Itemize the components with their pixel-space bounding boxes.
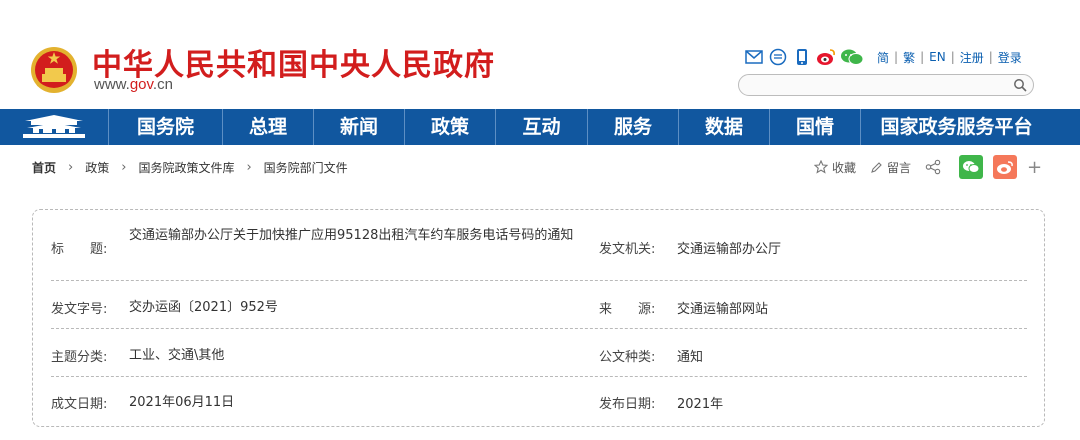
- issuer-value: 交通运输部办公厅: [677, 242, 782, 257]
- row-divider: [51, 328, 1027, 329]
- issuer-label: 发文机关:: [599, 242, 656, 257]
- breadcrumb-department-docs[interactable]: 国务院部门文件: [264, 159, 348, 176]
- published-date-label: 发布日期:: [599, 397, 656, 412]
- search-icon[interactable]: [1013, 78, 1027, 92]
- wechat-icon: [963, 161, 980, 173]
- main-nav: 国务院 总理 新闻 政策 互动 服务 数据 国情 国家政务服务平台: [0, 109, 1080, 145]
- row-divider: [51, 280, 1027, 281]
- chevron-right-icon: ›: [68, 159, 74, 175]
- share-weibo-button[interactable]: [993, 155, 1018, 179]
- lang-simplified-link[interactable]: 简: [872, 49, 894, 66]
- lang-traditional-link[interactable]: 繁: [898, 49, 920, 66]
- lang-english-link[interactable]: EN: [924, 50, 951, 64]
- title-label: 标 题:: [51, 242, 108, 257]
- mobile-icon[interactable]: [792, 47, 812, 67]
- info-row-docno: 发文字号: 交办运函〔2021〕952号 来 源: 交通运输部网站: [51, 298, 1027, 318]
- star-icon: [814, 160, 828, 174]
- pencil-icon: [871, 161, 882, 173]
- nav-item-policy[interactable]: 政策: [404, 109, 495, 145]
- info-row-category: 主题分类: 工业、交通\其他 公文种类: 通知: [51, 346, 1027, 366]
- breadcrumb-policy[interactable]: 政策: [85, 159, 109, 176]
- chevron-right-icon: ›: [246, 159, 252, 175]
- message-icon[interactable]: [768, 47, 788, 67]
- site-url-gov: gov: [129, 76, 153, 93]
- register-link[interactable]: 注册: [955, 49, 989, 66]
- info-row-title: 标 题: 交通运输部办公厅关于加快推广应用95128出租汽车约车服务电话号码的通…: [51, 226, 1027, 270]
- share-wechat-button[interactable]: [959, 155, 984, 179]
- share-button[interactable]: [925, 159, 945, 175]
- nav-item-news[interactable]: 新闻: [313, 109, 404, 145]
- category-label: 主题分类:: [51, 350, 108, 365]
- nav-item-gov-service-platform[interactable]: 国家政务服务平台: [860, 109, 1052, 145]
- category-value: 工业、交通\其他: [129, 348, 225, 363]
- site-header: 中华人民共和国中央人民政府 www.gov.cn 简 | 繁 | EN | 注册…: [0, 0, 1080, 110]
- share-icon: [925, 159, 941, 175]
- site-url-suffix: .cn: [152, 76, 173, 93]
- more-share-button[interactable]: +: [1027, 157, 1042, 178]
- mail-icon[interactable]: [744, 47, 764, 67]
- source-value: 交通运输部网站: [677, 302, 769, 317]
- nav-home-logo[interactable]: [0, 109, 108, 145]
- doctype-value: 通知: [677, 350, 704, 365]
- breadcrumb: 首页 › 政策 › 国务院政策文件库 › 国务院部门文件: [32, 157, 348, 177]
- published-date-value: 2021年: [677, 397, 724, 412]
- written-date-label: 成文日期:: [51, 397, 108, 412]
- nav-item-national-info[interactable]: 国情: [769, 109, 860, 145]
- login-link[interactable]: 登录: [993, 49, 1027, 66]
- site-url[interactable]: www.gov.cn: [94, 76, 173, 93]
- wechat-icon[interactable]: [840, 47, 864, 67]
- national-emblem-icon: [31, 47, 77, 93]
- favorite-label: 收藏: [832, 160, 857, 175]
- tiananmen-icon: [23, 115, 85, 138]
- breadcrumb-policy-library[interactable]: 国务院政策文件库: [138, 159, 234, 176]
- nav-item-state-council[interactable]: 国务院: [108, 109, 222, 145]
- share-bar: 收藏 留言 +: [814, 154, 1042, 180]
- written-date-value: 2021年06月11日: [129, 395, 235, 410]
- breadcrumb-home[interactable]: 首页: [32, 159, 56, 176]
- header-toolbar: 简 | 繁 | EN | 注册 | 登录: [744, 46, 1027, 68]
- weibo-icon: [997, 160, 1013, 174]
- title-value: 交通运输部办公厅关于加快推广应用95128出租汽车约车服务电话号码的通知: [129, 228, 574, 243]
- docno-value: 交办运函〔2021〕952号: [129, 300, 278, 315]
- source-label: 来 源:: [599, 302, 656, 317]
- nav-item-premier[interactable]: 总理: [222, 109, 313, 145]
- comment-button[interactable]: 留言: [870, 159, 911, 176]
- search-box: [738, 74, 1034, 96]
- chevron-right-icon: ›: [121, 159, 127, 175]
- document-info-table: 标 题: 交通运输部办公厅关于加快推广应用95128出租汽车约车服务电话号码的通…: [32, 209, 1045, 427]
- nav-item-services[interactable]: 服务: [587, 109, 678, 145]
- favorite-button[interactable]: 收藏: [814, 159, 856, 176]
- row-divider: [51, 376, 1027, 377]
- info-row-dates: 成文日期: 2021年06月11日 发布日期: 2021年: [51, 393, 1027, 413]
- nav-item-interaction[interactable]: 互动: [495, 109, 587, 145]
- search-input[interactable]: [749, 77, 1009, 93]
- nav-item-data[interactable]: 数据: [678, 109, 769, 145]
- language-links: 简 | 繁 | EN | 注册 | 登录: [872, 49, 1027, 66]
- docno-label: 发文字号:: [51, 302, 108, 317]
- doctype-label: 公文种类:: [599, 350, 656, 365]
- weibo-icon[interactable]: [816, 47, 836, 67]
- comment-label: 留言: [887, 160, 912, 175]
- site-url-prefix: www.: [94, 76, 130, 93]
